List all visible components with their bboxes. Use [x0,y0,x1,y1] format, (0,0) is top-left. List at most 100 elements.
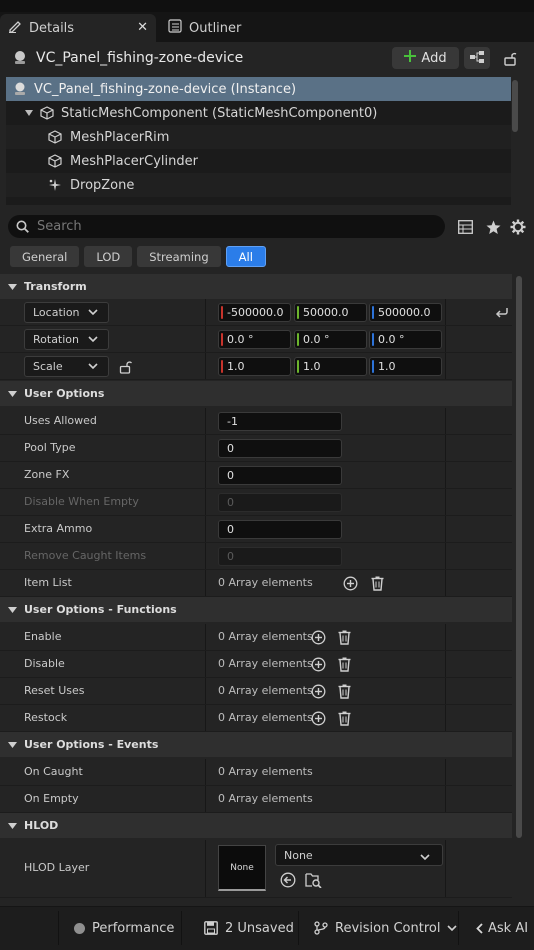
browse-icon[interactable] [304,871,322,889]
table-view-icon[interactable] [456,218,474,236]
row-on-caught: On Caught 0 Array elements [0,759,512,786]
category-label: User Options [24,387,105,400]
location-x-field[interactable]: -500000.0 [218,303,291,322]
add-element-icon[interactable] [342,575,358,591]
disable-when-empty-input: 0 [218,493,342,512]
column-divider [445,624,446,650]
use-selected-icon[interactable] [279,871,297,889]
filter-lod[interactable]: LOD [84,246,133,267]
column-divider [445,840,446,897]
search-input[interactable]: Search [8,215,445,238]
uses-allowed-input[interactable]: -1 [218,412,342,431]
chevron-down-icon [88,333,98,346]
hlod-thumbnail[interactable]: None [218,845,266,891]
zone-fx-input[interactable]: 0 [218,466,342,485]
property-label: Uses Allowed [24,414,97,427]
hlod-layer-dropdown[interactable]: None [275,844,443,866]
array-count: 0 Array elements [218,765,313,778]
tree-item-dropzone[interactable]: DropZone [6,173,511,197]
lock-open-icon[interactable] [500,48,520,68]
category-user-options-events[interactable]: User Options - Events [0,732,512,757]
pencil-icon [8,19,22,37]
add-component-button[interactable]: Add [392,47,459,69]
add-element-icon[interactable] [310,629,326,645]
location-mode-dropdown[interactable]: Location [24,302,109,323]
trash-icon[interactable] [369,575,385,591]
outliner-icon [168,19,182,37]
rotation-mode-dropdown[interactable]: Rotation [24,329,109,350]
column-divider [445,489,446,515]
tree-item-meshplacerrim[interactable]: MeshPlacerRim [6,125,511,149]
z-axis-bar [372,360,374,373]
category-hlod[interactable]: HLOD [0,813,512,838]
chevron-down-icon [447,924,458,932]
add-element-icon[interactable] [310,683,326,699]
tab-bar: Details ✕ Outliner [0,12,534,42]
array-count: 0 Array elements [218,792,313,805]
rotation-z-field[interactable]: 0.0 ° [369,330,442,349]
scale-mode-dropdown[interactable]: Scale [24,356,109,377]
column-divider [205,543,206,569]
row-remove-caught-items: Remove Caught Items 0 [0,543,512,570]
column-divider [445,326,446,352]
trash-icon[interactable] [336,629,352,645]
add-element-icon[interactable] [310,656,326,672]
extra-ammo-input[interactable]: 0 [218,520,342,539]
array-count: 0 Array elements [218,711,313,724]
close-tab-icon[interactable]: ✕ [137,20,148,35]
trash-icon[interactable] [336,683,352,699]
gear-icon[interactable] [509,218,527,236]
property-scrollbar[interactable] [516,276,522,838]
category-transform[interactable]: Transform [0,274,512,299]
tab-outliner[interactable]: Outliner [160,14,270,42]
rotation-x-field[interactable]: 0.0 ° [218,330,291,349]
y-axis-bar [297,333,299,346]
component-tree: VC_Panel_fishing-zone-device (Instance) … [6,77,511,205]
array-count: 0 Array elements [218,576,313,589]
performance-label: Performance [92,920,175,936]
row-restock: Restock 0 Array elements [0,705,512,732]
column-divider [205,435,206,461]
property-list: Transform Location -500000.0 50000.0 500… [0,274,512,906]
tree-item-root[interactable]: VC_Panel_fishing-zone-device (Instance) [6,77,511,101]
tree-item-staticmesh[interactable]: StaticMeshComponent (StaticMeshComponent… [6,101,511,125]
unsaved-button[interactable]: 2 Unsaved [204,915,294,941]
trash-icon[interactable] [336,656,352,672]
scale-z-field[interactable]: 1.0 [369,357,442,376]
scale-y-field[interactable]: 1.0 [294,357,367,376]
category-user-options-functions[interactable]: User Options - Functions [0,597,512,622]
field-value: 0.0 ° [227,333,254,346]
field-value: 0.0 ° [378,333,405,346]
revision-control-button[interactable]: Revision Control [314,915,458,941]
revision-control-label: Revision Control [335,920,441,936]
row-location: Location -500000.0 50000.0 500000.0 [0,299,512,326]
tab-details[interactable]: Details ✕ [0,14,156,42]
chevron-down-icon [0,822,24,829]
ask-ai-button[interactable]: Ask AI [476,915,528,941]
filter-all[interactable]: All [225,246,266,267]
filter-general[interactable]: General [10,246,80,267]
column-divider [445,570,446,596]
pool-type-input[interactable]: 0 [218,439,342,458]
column-divider [205,408,206,434]
rotation-y-field[interactable]: 0.0 ° [294,330,367,349]
property-label: On Caught [24,765,83,778]
x-axis-bar [221,333,223,346]
add-element-icon[interactable] [310,710,326,726]
star-icon[interactable] [484,218,502,236]
location-z-field[interactable]: 500000.0 [369,303,442,322]
status-bar: Performance 2 Unsaved Revision Control A… [0,906,534,950]
category-user-options[interactable]: User Options [0,381,512,406]
dropdown-label: Scale [33,360,63,373]
location-y-field[interactable]: 50000.0 [294,303,367,322]
performance-button[interactable]: Performance [74,915,174,941]
filter-streaming[interactable]: Streaming [137,246,221,267]
tree-scrollbar[interactable] [512,80,518,132]
reset-arrow-icon[interactable] [494,305,510,319]
blueprint-button[interactable] [464,47,490,69]
trash-icon[interactable] [336,710,352,726]
lock-open-icon[interactable] [117,359,133,375]
tree-item-meshplacercylinder[interactable]: MeshPlacerCylinder [6,149,511,173]
chevron-down-icon[interactable] [25,110,37,116]
scale-x-field[interactable]: 1.0 [218,357,291,376]
